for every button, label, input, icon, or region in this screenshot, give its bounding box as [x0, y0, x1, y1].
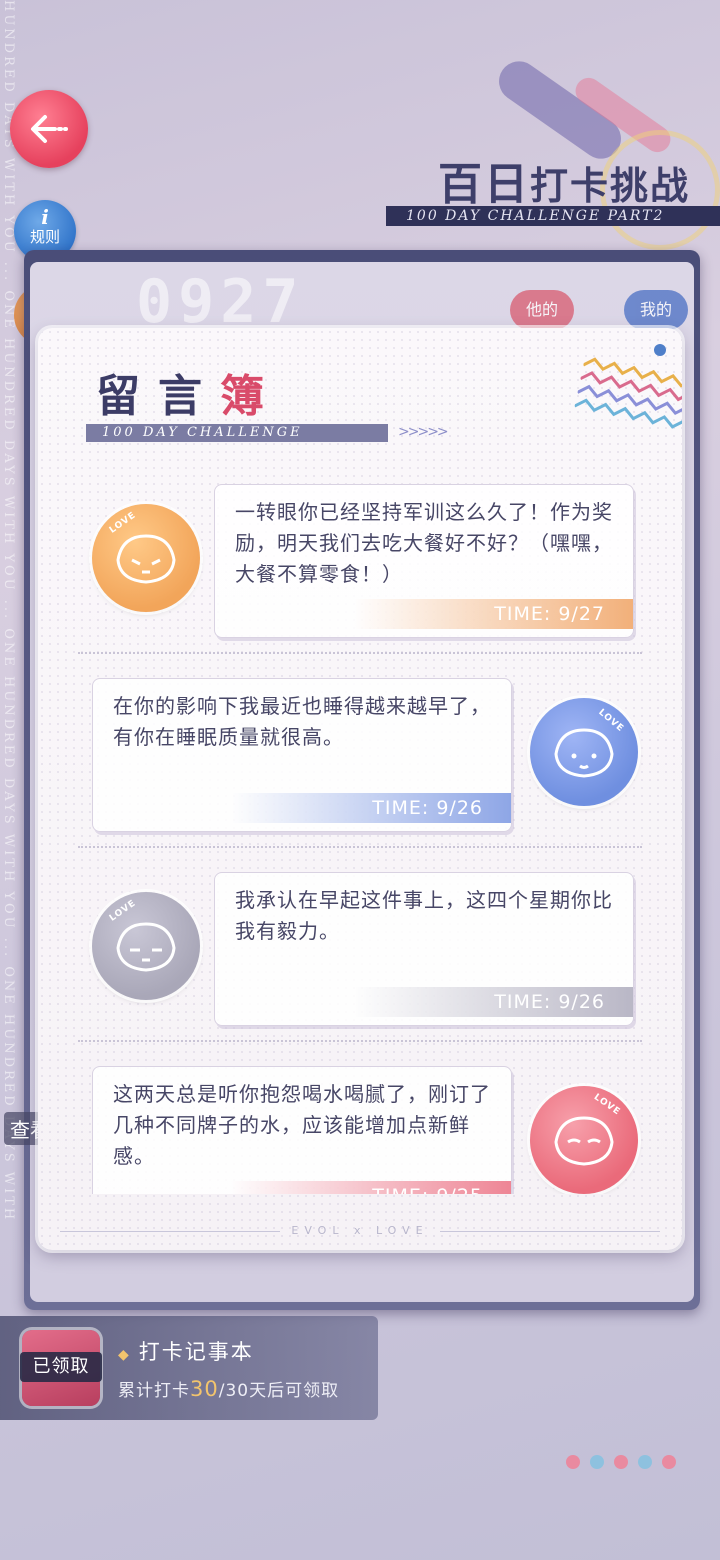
- message-item: LOVE 一转眼你已经坚持军训这么久了！作为奖励，明天我们去吃大餐好不好？（嘿嘿…: [38, 478, 682, 654]
- dotted-divider: [78, 1040, 642, 1042]
- message-text: 这两天总是听你抱怨喝水喝腻了，刚订了几种不同牌子的水，应该能增加点新鲜感。: [113, 1082, 491, 1168]
- message-text: 我承认在早起这件事上，这四个星期你比我有毅力。: [235, 888, 613, 943]
- avatar-blue: LOVE: [530, 698, 638, 806]
- status-dot: [654, 344, 666, 356]
- message-book-dialog: 留言簿 100 DAY CHALLENGE >>>>> LOVE 一转眼你已经坚…: [38, 328, 682, 1250]
- message-item: 这两天总是听你抱怨喝水喝腻了，刚订了几种不同牌子的水，应该能增加点新鲜感。 TI…: [38, 1060, 682, 1194]
- dialog-title: 留言簿: [96, 360, 282, 424]
- avatar-red: LOVE: [530, 1086, 638, 1194]
- title-main: 百日: [437, 159, 530, 210]
- avatar-orange: LOVE: [92, 504, 200, 612]
- dialog-footer: EVOL x LOVE: [60, 1224, 660, 1238]
- rules-label: 规则: [29, 228, 60, 246]
- message-bubble: 一转眼你已经坚持军训这么久了！作为奖励，明天我们去吃大餐好不好？（嘿嘿，大餐不算…: [214, 484, 634, 638]
- dialog-title-char: 簿: [220, 371, 282, 422]
- chibi-face-icon: [554, 1116, 614, 1166]
- page-subtitle: 100 DAY CHALLENGE PART2: [386, 206, 720, 226]
- message-time: TIME: 9/27: [353, 599, 633, 629]
- message-item: LOVE 我承认在早起这件事上，这四个星期你比我有毅力。 TIME: 9/26: [38, 866, 682, 1042]
- message-time: TIME: 9/26: [353, 987, 633, 1017]
- day-counter: 0927: [136, 267, 305, 337]
- reward-title: ◆ 打卡记事本: [118, 1336, 254, 1366]
- dialog-subtitle: 100 DAY CHALLENGE: [86, 424, 388, 442]
- avatar-gray: LOVE: [92, 892, 200, 1000]
- chibi-face-icon: [116, 922, 176, 972]
- dotted-divider: [78, 652, 642, 654]
- tab-mine[interactable]: 我的: [624, 290, 688, 330]
- message-time: TIME: 9/26: [231, 793, 511, 823]
- message-text: 在你的影响下我最近也睡得越来越早了，有你在睡眠质量就很高。: [113, 694, 491, 749]
- message-item: 在你的影响下我最近也睡得越来越早了，有你在睡眠质量就很高。 TIME: 9/26…: [38, 672, 682, 848]
- claimed-badge: 已领取: [20, 1352, 102, 1382]
- reward-title-text: 打卡记事本: [138, 1340, 254, 1364]
- dotted-divider: [78, 846, 642, 848]
- reward-desc-suffix: 天后可领取: [249, 1381, 340, 1401]
- message-bubble: 我承认在早起这件事上，这四个星期你比我有毅力。 TIME: 9/26: [214, 872, 634, 1026]
- page-title: 百日打卡挑战: [438, 148, 690, 212]
- info-icon: i: [41, 205, 49, 229]
- dialog-title-char: 留: [96, 371, 158, 422]
- back-button[interactable]: [10, 90, 88, 168]
- message-bubble: 这两天总是听你抱怨喝水喝腻了，刚订了几种不同牌子的水，应该能增加点新鲜感。 TI…: [92, 1066, 512, 1194]
- tab-his[interactable]: 他的: [510, 290, 574, 330]
- title-secondary: 打卡挑战: [529, 163, 690, 208]
- chibi-face-icon: [554, 728, 614, 778]
- message-time: TIME: 9/25: [231, 1181, 511, 1194]
- chibi-face-icon: [116, 534, 176, 584]
- message-list[interactable]: LOVE 一转眼你已经坚持军训这么久了！作为奖励，明天我们去吃大餐好不好？（嘿嘿…: [38, 478, 682, 1194]
- dialog-title-char: 言: [158, 371, 220, 422]
- colored-dots-decoration: [566, 1454, 686, 1473]
- reward-progress-total: /30: [218, 1381, 250, 1401]
- reward-description: 累计打卡30/30天后可领取: [118, 1376, 339, 1401]
- arrows-decoration: >>>>>: [398, 424, 449, 440]
- message-text: 一转眼你已经坚持军训这么久了！作为奖励，明天我们去吃大餐好不好？（嘿嘿，大餐不算…: [235, 500, 613, 586]
- diamond-icon: ◆: [118, 1347, 131, 1363]
- reward-progress-current: 30: [190, 1377, 219, 1401]
- arrow-left-icon: [31, 115, 68, 143]
- reward-desc-prefix: 累计打卡: [118, 1381, 190, 1401]
- message-bubble: 在你的影响下我最近也睡得越来越早了，有你在睡眠质量就很高。 TIME: 9/26: [92, 678, 512, 832]
